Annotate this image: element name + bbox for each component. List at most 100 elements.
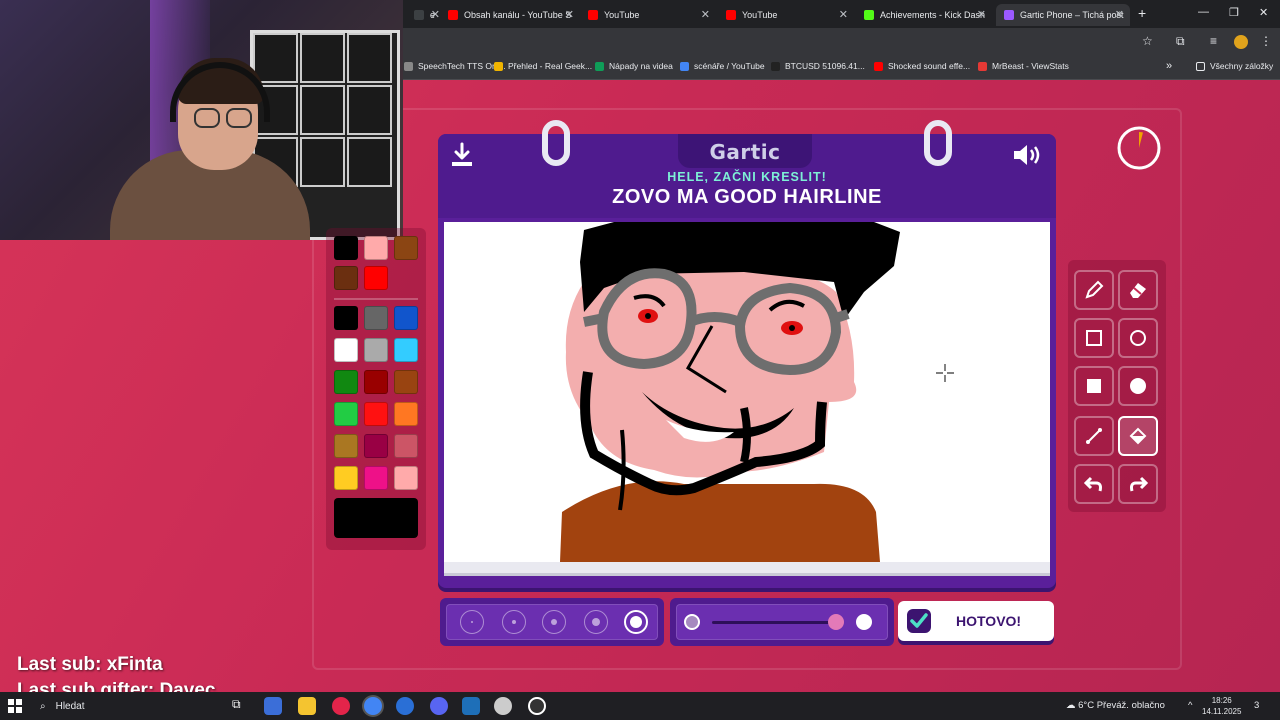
- profile-avatar[interactable]: [1234, 35, 1248, 49]
- pencil-tool-button[interactable]: [1074, 270, 1114, 310]
- brush-size-button[interactable]: [502, 610, 526, 634]
- line-tool-button[interactable]: [1074, 416, 1114, 456]
- obs-icon[interactable]: [528, 697, 546, 715]
- color-swatch[interactable]: [334, 338, 358, 362]
- rectangle-tool-button[interactable]: [1074, 318, 1114, 358]
- app-icon[interactable]: [494, 697, 512, 715]
- speaker-icon[interactable]: [1012, 142, 1044, 168]
- color-swatch[interactable]: [364, 236, 388, 260]
- ellipse-tool-button[interactable]: [1118, 318, 1158, 358]
- color-swatch[interactable]: [394, 306, 418, 330]
- close-window-icon[interactable]: ✕: [1259, 6, 1268, 19]
- bookmark-item[interactable]: scénáře / YouTube: [680, 61, 765, 71]
- brush-size-dot: [592, 618, 600, 626]
- undo-tool-button[interactable]: [1074, 464, 1114, 504]
- app-icon[interactable]: [430, 697, 448, 715]
- color-swatch[interactable]: [364, 434, 388, 458]
- file-explorer-icon[interactable]: [298, 697, 316, 715]
- browser-tab[interactable]: Obsah kanálu - YouTube S ✕: [440, 4, 580, 26]
- eraser-tool-button[interactable]: [1118, 270, 1158, 310]
- color-swatch[interactable]: [334, 306, 358, 330]
- tab-close-icon[interactable]: ✕: [701, 8, 710, 21]
- extensions-icon[interactable]: ⧉: [1176, 34, 1185, 49]
- bookmarks-overflow-icon[interactable]: »: [1166, 60, 1172, 72]
- bookmark-item[interactable]: MrBeast - ViewStats: [978, 61, 1069, 71]
- tab-close-icon[interactable]: ✕: [977, 8, 986, 21]
- color-swatch[interactable]: [334, 402, 358, 426]
- color-swatch[interactable]: [394, 370, 418, 394]
- taskbar-search[interactable]: ⌕ Hledat: [32, 695, 222, 717]
- bookmark-item[interactable]: BTCUSD 51096.41...: [771, 61, 865, 71]
- ellipse-icon: [1130, 330, 1146, 346]
- color-swatch[interactable]: [364, 266, 388, 290]
- filled-rectangle-tool-button[interactable]: [1074, 366, 1114, 406]
- color-swatch[interactable]: [364, 370, 388, 394]
- color-swatch[interactable]: [394, 402, 418, 426]
- color-swatch[interactable]: [364, 338, 388, 362]
- brush-size-button[interactable]: [460, 610, 484, 634]
- color-swatch[interactable]: [334, 236, 358, 260]
- restore-icon[interactable]: ❐: [1229, 6, 1239, 19]
- star-icon[interactable]: ☆: [1142, 34, 1153, 48]
- taskbar-clock[interactable]: 18:26 14.11.2025: [1202, 695, 1241, 717]
- color-swatch[interactable]: [394, 338, 418, 362]
- bookmark-label: Přehled - Real Geek...: [508, 61, 593, 71]
- tab-close-icon[interactable]: ✕: [565, 8, 574, 21]
- tab-title: Achievements - Kick Dash: [880, 10, 986, 20]
- gartic-logo: Gartic: [709, 140, 781, 164]
- tab-close-icon[interactable]: ✕: [839, 8, 848, 21]
- color-swatch[interactable]: [364, 306, 388, 330]
- ring-right: [924, 120, 952, 166]
- weather-text: 6°C Převáž. oblačno: [1078, 700, 1165, 711]
- browser-tab[interactable]: YouTube ✕: [580, 4, 716, 26]
- tray-chevron-icon[interactable]: ^: [1188, 700, 1192, 711]
- browser-tab[interactable]: Gartic Phone – Tichá pošt ✕: [996, 4, 1130, 26]
- new-tab-button[interactable]: +: [1138, 5, 1146, 21]
- redo-tool-button[interactable]: [1118, 464, 1158, 504]
- drawing-canvas[interactable]: [444, 222, 1050, 562]
- tab-favicon-icon: [588, 10, 598, 20]
- tab-close-icon[interactable]: ✕: [1115, 8, 1124, 21]
- color-swatch[interactable]: [334, 466, 358, 490]
- tab-close-icon[interactable]: ✕: [431, 8, 440, 21]
- bookmark-item[interactable]: Přehled - Real Geek...: [494, 61, 592, 71]
- weather-widget[interactable]: ☁ 6°C Převáž. oblačno: [1066, 700, 1165, 711]
- color-swatch[interactable]: [394, 434, 418, 458]
- notifications-icon[interactable]: 3: [1254, 700, 1259, 711]
- download-icon[interactable]: [450, 142, 474, 168]
- done-button[interactable]: HOTOVO!: [898, 601, 1054, 641]
- windows-start-icon[interactable]: [8, 699, 22, 713]
- color-swatch[interactable]: [394, 466, 418, 490]
- browser-tab[interactable]: Achievements - Kick Dash ✕: [856, 4, 992, 26]
- app-icon[interactable]: [396, 697, 414, 715]
- brush-size-button[interactable]: [624, 610, 648, 634]
- brush-size-button[interactable]: [584, 610, 608, 634]
- color-swatch[interactable]: [334, 370, 358, 394]
- brush-size-button[interactable]: [542, 610, 566, 634]
- menu-icon[interactable]: ⋮: [1260, 34, 1272, 48]
- color-swatch[interactable]: [364, 466, 388, 490]
- bookmark-item[interactable]: Nápady na videa: [595, 61, 673, 71]
- color-swatch[interactable]: [364, 402, 388, 426]
- task-view-icon[interactable]: ⧉: [232, 697, 250, 715]
- crosshair-cursor-icon: [936, 364, 954, 382]
- chrome-icon[interactable]: [364, 697, 382, 715]
- app-icon[interactable]: [332, 697, 350, 715]
- opacity-slider-handle[interactable]: [828, 614, 844, 630]
- color-swatch[interactable]: [394, 236, 418, 260]
- browser-tab[interactable]: YouTube ✕: [718, 4, 854, 26]
- fill-bucket-tool-button[interactable]: [1118, 416, 1158, 456]
- bookmark-item[interactable]: SpeechTech TTS Onl...: [404, 61, 506, 71]
- filled-ellipse-icon: [1130, 378, 1146, 394]
- search-icon: ⌕: [40, 700, 46, 712]
- filled-ellipse-tool-button[interactable]: [1118, 366, 1158, 406]
- color-swatch[interactable]: [334, 266, 358, 290]
- all-bookmarks[interactable]: Všechny záložky: [1196, 61, 1273, 71]
- app-icon[interactable]: [264, 697, 282, 715]
- app-icon[interactable]: [462, 697, 480, 715]
- media-icon[interactable]: ≡: [1210, 34, 1217, 48]
- bookmark-item[interactable]: Shocked sound effe...: [874, 61, 970, 71]
- minimize-icon[interactable]: —: [1198, 6, 1209, 18]
- color-swatch[interactable]: [334, 434, 358, 458]
- opacity-slider-track[interactable]: [712, 621, 836, 624]
